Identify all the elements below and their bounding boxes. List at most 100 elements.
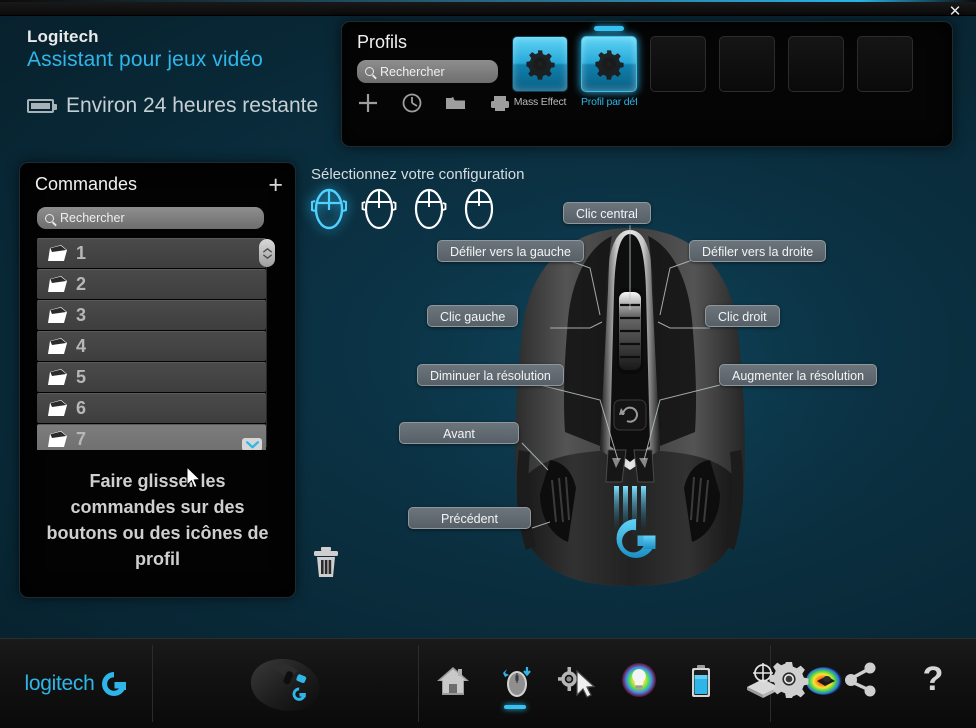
label-scroll-left[interactable]: Défiler vers la gauche [437,240,584,262]
pointer-settings-icon[interactable] [557,661,597,701]
commands-list[interactable]: 1 2 3 4 5 6 7 [37,238,266,450]
gear-icon[interactable] [768,659,810,701]
command-label: 3 [76,305,87,325]
title-bar [0,0,976,16]
label-right-click[interactable]: Clic droit [705,305,780,327]
commands-header: Commandes + [35,172,283,197]
recent-profiles-icon[interactable] [401,92,423,114]
product-name: Assistant pour jeux vidéo [27,48,263,71]
search-icon [45,213,54,223]
scrollbar-track [266,239,267,447]
brand-block: Logitech Assistant pour jeux vidéo [27,27,263,72]
mouse-configuration-stage: Clic central Défiler vers la gauche Défi… [300,150,976,608]
label-scroll-right[interactable]: Défiler vers la droite [689,240,827,262]
svg-text:?: ? [923,660,944,698]
profile-slot-2[interactable] [650,36,706,96]
commands-search-placeholder: Rechercher [60,211,125,225]
gear-icon [595,50,624,80]
active-device[interactable] [153,639,418,728]
right-tool-group: ? [768,659,954,701]
keycap-icon [48,276,67,292]
gear-icon [526,50,555,80]
active-profile-marker [594,26,624,31]
keycap-icon [48,338,67,354]
label-dpi-up[interactable]: Augmenter la résolution [719,364,878,386]
command-label: 4 [76,336,87,356]
app-window: ✕ Logitech Assistant pour jeux vidéo Env… [0,0,976,728]
label-middle-click[interactable]: Clic central [563,202,651,224]
battery-settings-icon[interactable] [681,661,721,701]
keycap-icon [48,431,67,447]
profile-slot-0[interactable]: Mass Effect [512,36,568,108]
help-icon[interactable]: ? [912,659,954,701]
open-profile-icon[interactable] [445,92,467,114]
home-icon[interactable] [433,661,473,701]
profile-tile-4[interactable] [788,36,844,92]
delete-icon[interactable] [311,545,341,579]
profile-tile-0[interactable] [512,36,568,92]
logitech-wordmark: logitech [24,671,95,695]
profile-tile-1[interactable] [581,26,637,92]
battery-fill [31,103,50,109]
profiles-panel: Profils Rechercher Mass Effect Profil pa… [341,21,953,147]
battery-status: Environ 24 heures restante [27,94,318,118]
mouse-device-icon [250,658,320,711]
label-back[interactable]: Précédent [408,507,531,529]
keycap-icon [48,245,67,261]
command-row[interactable]: 4 [37,331,266,361]
print-profile-icon[interactable] [489,92,511,114]
commands-hint: Faire glisser les commandes sur des bout… [46,471,269,569]
keycap-icon [48,369,67,385]
bottom-toolbar: logitech ? [0,638,976,728]
profile-tile-3[interactable] [719,36,775,92]
battery-text: Environ 24 heures restante [66,94,319,117]
add-command-button[interactable]: + [268,172,283,197]
command-row[interactable]: 2 [37,269,266,299]
chevron-up-icon [262,247,272,253]
command-row[interactable]: 1 [37,238,266,268]
command-label: 6 [76,398,87,418]
profile-slot-1[interactable]: Profil par déf [581,26,637,108]
profile-slot-5[interactable] [857,36,913,96]
keycap-icon [48,307,67,323]
profile-slot-3[interactable] [719,36,775,96]
command-label: 5 [76,367,87,387]
command-row[interactable]: 5 [37,362,266,392]
scrollbar-thumb[interactable] [259,239,275,267]
g-logo-icon [102,671,127,696]
share-icon[interactable] [840,659,882,701]
commands-scrollbar[interactable] [259,239,275,447]
commands-title: Commandes [35,174,138,194]
commands-panel: Commandes + Rechercher 1 2 3 4 5 6 7 Fai… [19,162,296,598]
profiles-title: Profils [357,32,408,52]
profiles-search-placeholder: Rechercher [380,64,445,79]
chevron-down-icon [262,253,272,259]
profile-slots: Mass Effect Profil par déf [512,26,913,108]
profiles-search-input[interactable]: Rechercher [357,60,498,83]
profile-label-0: Mass Effect [513,96,567,108]
command-label: 7 [76,429,87,449]
label-dpi-down[interactable]: Diminuer la résolution [417,364,564,386]
battery-icon [27,99,57,113]
profile-tile-5[interactable] [857,36,913,92]
label-left-click[interactable]: Clic gauche [427,305,519,327]
command-row[interactable]: 6 [37,393,266,423]
title-bar-highlight [0,0,976,2]
mouse-settings-icon[interactable] [495,661,535,701]
command-label: 2 [76,274,87,294]
toolbar-tools: ? [419,639,976,728]
mouse-cursor [186,466,202,489]
search-icon [365,67,374,76]
brand-name: Logitech [27,27,99,46]
profile-tools [357,92,511,114]
add-profile-icon[interactable] [357,92,379,114]
profile-tile-2[interactable] [650,36,706,92]
command-row[interactable]: 7 [37,424,266,450]
command-row[interactable]: 3 [37,300,266,330]
label-forward[interactable]: Avant [399,422,519,444]
profile-slot-4[interactable] [788,36,844,96]
keycap-icon [48,400,67,416]
commands-search-input[interactable]: Rechercher [37,207,264,229]
logitech-logo: logitech [0,639,152,728]
lighting-icon[interactable] [619,661,659,701]
